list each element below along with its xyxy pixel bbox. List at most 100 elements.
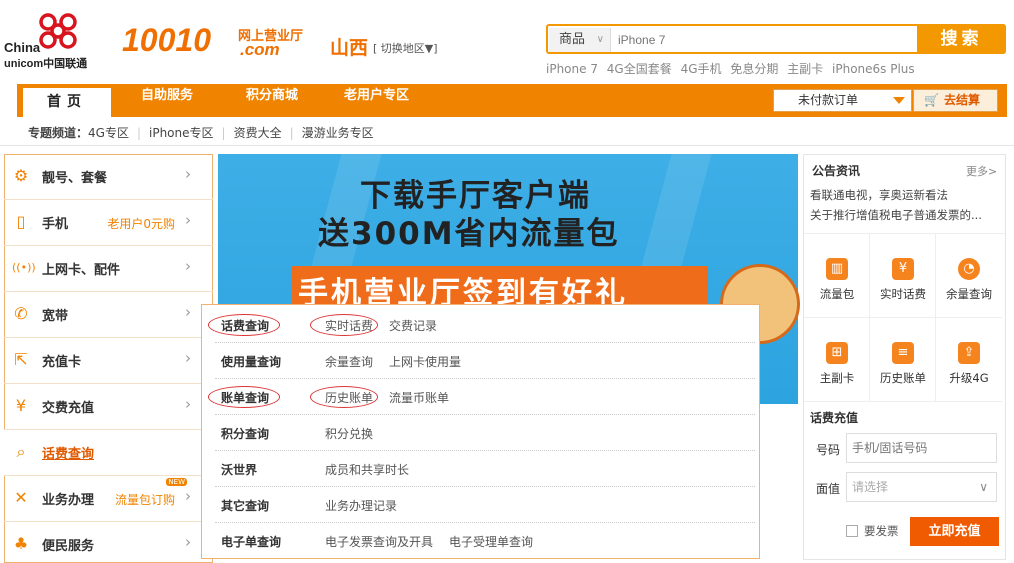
quick-label: 主副卡 [819,371,855,385]
people-icon: ♣ [13,534,29,553]
checkout-button[interactable]: 🛒 去结算 [913,89,998,112]
flyout-link[interactable]: 电子发票查询及开具 [325,533,433,550]
quick-label: 历史账单 [880,371,926,385]
signal-icon: ((•)) [12,261,36,274]
flyout-link[interactable]: 余量查询 [325,353,373,370]
hot-term[interactable]: 4G手机 [681,62,722,76]
hot-term[interactable]: 4G全国套餐 [607,62,672,76]
unpaid-orders-label: 未付款订单 [798,93,859,107]
nav-home[interactable]: 首页 [23,88,111,117]
flyout-row: 其它查询 业务办理记录 [215,487,755,523]
list-icon: ≡ [892,342,914,364]
quick-main-sub-card[interactable]: ⊞ 主副卡 [804,318,870,402]
menu-label: 手机 [42,217,69,232]
flyout-heading[interactable]: 账单查询 [221,389,269,406]
flyout-row: 电子单查询 电子发票查询及开具 电子受理单查询 [215,523,755,559]
quick-label: 余量查询 [946,287,992,301]
region-name: 山西 [330,37,369,59]
flyout-link[interactable]: 成员和共享时长 [325,461,409,478]
menu-item-bill-query[interactable]: ⌕ 话费查询 [4,430,218,476]
phone-icon: ▯ [16,212,26,231]
quick-balance-query[interactable]: ◔ 余量查询 [936,234,1002,318]
flyout-link[interactable]: 历史账单 [325,389,373,406]
chevron-right-icon: › [185,257,191,275]
gear-icon: ⚙ [13,166,29,185]
menu-item-datacard[interactable]: ((•)) 上网卡、配件 › [4,246,213,292]
menu-label: 上网卡、配件 [42,263,121,278]
flyout-heading[interactable]: 其它查询 [221,497,269,514]
quick-realtime-bill[interactable]: ¥ 实时话费 [870,234,936,318]
search-button[interactable]: 搜索 [917,24,1006,54]
topic-channel-bar: 专题频道：4G专区 | iPhone专区 | 资费大全 | 漫游业务专区 [28,126,374,140]
menu-item-payment[interactable]: ¥ 交费充值 › [4,384,213,430]
notice-more-link[interactable]: 更多> [966,163,997,179]
flyout-row: 话费查询 实时话费 交费记录 [215,307,755,343]
phone-number-input[interactable] [846,433,997,463]
checkout-label: 去结算 [944,93,981,107]
brand-10010[interactable]: 10010 [122,22,211,59]
flyout-link[interactable]: 上网卡使用量 [389,353,461,370]
hot-search-terms: iPhone 7 4G全国套餐 4G手机 免息分期 主副卡 iPhone6s P… [546,60,920,77]
topic-link[interactable]: 4G专区 [88,126,129,140]
search-input[interactable] [614,28,914,52]
topic-link[interactable]: iPhone专区 [149,126,214,140]
china-unicom-logo[interactable]: China unicom中国联通 [4,12,104,72]
flyout-link[interactable]: 实时话费 [325,317,373,334]
quick-upgrade-4g[interactable]: ⇪ 升级4G [936,318,1002,402]
flyout-link[interactable]: 积分兑换 [325,425,373,442]
face-value-select[interactable]: 请选择 ∨ [846,472,997,502]
quick-history-bill[interactable]: ≡ 历史账单 [870,318,936,402]
topic-link[interactable]: 资费大全 [234,126,282,140]
nav-self-service[interactable]: 自助服务 [141,84,193,117]
nav-points-mall[interactable]: 积分商城 [246,84,298,117]
search-icon: ⌕ [16,442,26,461]
flyout-heading[interactable]: 电子单查询 [221,533,281,550]
hot-term[interactable]: iPhone 7 [546,62,598,76]
menu-item-phone[interactable]: ▯ 手机 老用户0元购 › [4,200,213,246]
menu-extra-link[interactable]: 老用户0元购 [107,215,175,232]
menu-label: 靓号、套餐 [42,171,108,186]
hot-term[interactable]: 主副卡 [787,62,823,76]
notice-item[interactable]: 关于推行增值税电子普通发票的... [810,207,998,223]
menu-item-broadband[interactable]: ✆ 宽带 › [4,292,213,338]
flyout-row: 使用量查询 余量查询 上网卡使用量 [215,343,755,379]
hot-term[interactable]: 免息分期 [730,62,778,76]
menu-item-numbers-plans[interactable]: ⚙ 靓号、套餐 › [4,154,213,200]
region-switch-link[interactable]: [ 切换地区▼] [373,40,438,56]
quick-label: 实时话费 [880,287,926,301]
menu-extra-link[interactable]: 流量包订购 [115,491,175,508]
upgrade-icon: ⇪ [958,342,980,364]
cart-icon: 🛒 [924,93,939,107]
menu-label: 宽带 [42,309,69,324]
topic-link[interactable]: 漫游业务专区 [302,126,374,140]
menu-item-topup-card[interactable]: ⇱ 充值卡 › [4,338,213,384]
divider [0,145,1014,146]
chevron-right-icon: › [185,533,191,551]
clock-icon: ◔ [958,258,980,280]
flyout-link[interactable]: 业务办理记录 [325,497,397,514]
hot-term[interactable]: iPhone6s Plus [832,62,915,76]
nav-old-user[interactable]: 老用户专区 [344,84,409,117]
face-value-label: 面值 [816,482,841,496]
menu-item-convenience[interactable]: ♣ 便民服务 › [4,522,213,563]
flyout-link[interactable]: 交费记录 [389,317,437,334]
search-category-select[interactable]: 商品 ∨ [549,28,611,52]
notice-title: 公告资讯 [812,164,861,178]
flyout-link[interactable]: 流量币账单 [389,389,449,406]
flyout-link[interactable]: 电子受理单查询 [449,533,533,550]
flyout-heading[interactable]: 积分查询 [221,425,269,442]
chevron-right-icon: › [185,349,191,367]
unpaid-orders-dropdown[interactable]: 未付款订单 [773,89,912,112]
flyout-heading[interactable]: 使用量查询 [221,353,281,370]
invoice-checkbox[interactable] [846,525,858,537]
tools-icon: ✕ [14,488,28,507]
menu-item-business[interactable]: ✕ 业务办理 流量包订购 NEW › [4,476,213,522]
new-badge: NEW [166,478,187,486]
quick-flow-package[interactable]: ▥ 流量包 [804,234,870,318]
flyout-heading[interactable]: 话费查询 [221,317,269,334]
chevron-right-icon: › [185,303,191,321]
flyout-heading[interactable]: 沃世界 [221,461,257,478]
logo-text-en: China [4,40,41,55]
notice-item[interactable]: 看联通电视，享奥运新看法 [810,187,948,203]
recharge-now-button[interactable]: 立即充值 [910,517,999,546]
